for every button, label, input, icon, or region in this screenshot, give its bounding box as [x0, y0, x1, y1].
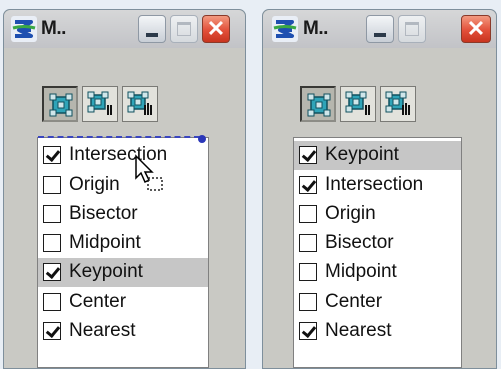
close-button[interactable]: ✕ [461, 15, 491, 43]
minimize-icon [146, 33, 158, 37]
snap-table-tool-button[interactable] [380, 86, 416, 122]
checkbox[interactable] [299, 293, 317, 311]
drag-cursor-icon [135, 154, 163, 191]
maximize-icon [405, 22, 419, 36]
snap-tool-multi-icon [345, 91, 370, 115]
snap-tool-button[interactable] [300, 86, 336, 122]
checkbox[interactable] [43, 146, 61, 164]
list-item[interactable]: Intersection [38, 141, 208, 170]
list-item-label: Bisector [69, 203, 138, 224]
title-bar[interactable]: M.. ✕ [4, 10, 245, 48]
window-title: M.. [41, 18, 66, 39]
list-item-label: Center [69, 291, 127, 312]
snap-mode-list[interactable]: Intersection Origin Bisector Midpoint Ke… [37, 135, 209, 368]
snap-mode-list[interactable]: Keypoint Intersection Origin Bisector Mi… [293, 137, 462, 368]
checkbox[interactable] [43, 293, 61, 311]
checkbox[interactable] [299, 263, 317, 281]
snap-tool-table-icon [127, 91, 152, 115]
maximize-button[interactable] [170, 15, 198, 43]
snap-window-right: M.. ✕ Keypoint Intersection Origin Bisec… [262, 9, 497, 369]
close-icon: ✕ [466, 16, 486, 41]
list-item-label: Nearest [69, 320, 136, 341]
snap-toolbar [300, 86, 420, 124]
list-item-label: Nearest [325, 320, 392, 341]
list-item-label: Center [325, 291, 383, 312]
app-logo-icon [11, 16, 37, 42]
checkbox[interactable] [43, 234, 61, 252]
snap-tool-icon [307, 93, 331, 117]
maximize-button[interactable] [398, 15, 426, 43]
checkbox[interactable] [43, 205, 61, 223]
list-item[interactable]: Nearest [38, 317, 208, 346]
checkbox[interactable] [43, 176, 61, 194]
snap-toolbar [42, 86, 162, 124]
checkbox[interactable] [299, 176, 317, 194]
minimize-button[interactable] [366, 15, 394, 43]
list-item[interactable]: Nearest [294, 317, 461, 346]
list-item-label: Origin [69, 174, 120, 195]
minimize-button[interactable] [138, 15, 166, 43]
list-item[interactable]: Keypoint [294, 141, 461, 170]
window-title: M.. [303, 18, 328, 39]
minimize-icon [374, 33, 386, 37]
checkbox[interactable] [43, 322, 61, 340]
list-item[interactable]: Bisector [294, 229, 461, 258]
list-item-label: Intersection [325, 174, 424, 195]
snap-multi-tool-button[interactable] [82, 86, 118, 122]
checkbox[interactable] [299, 322, 317, 340]
checkbox[interactable] [299, 234, 317, 252]
list-item[interactable]: Midpoint [38, 229, 208, 258]
close-icon: ✕ [206, 16, 226, 41]
checkbox[interactable] [299, 146, 317, 164]
list-item[interactable]: Bisector [38, 200, 208, 229]
list-item[interactable]: Intersection [294, 171, 461, 200]
list-item-label: Bisector [325, 232, 394, 253]
list-item-label: Origin [325, 203, 376, 224]
title-bar[interactable]: M.. ✕ [263, 10, 496, 48]
close-button[interactable]: ✕ [202, 15, 230, 43]
snap-tool-button[interactable] [42, 86, 78, 122]
snap-tool-multi-icon [87, 91, 112, 115]
snap-multi-tool-button[interactable] [340, 86, 376, 122]
list-item-label: Keypoint [325, 144, 399, 165]
list-item-label: Midpoint [69, 232, 141, 253]
maximize-icon [177, 22, 191, 36]
list-item[interactable]: Center [294, 288, 461, 317]
list-item-label: Midpoint [325, 261, 397, 282]
app-logo-icon [272, 16, 298, 42]
snap-window-left: M.. ✕ Intersection Origin Bisector Midpo… [3, 9, 246, 369]
snap-tool-table-icon [385, 91, 410, 115]
list-item[interactable]: Origin [38, 171, 208, 200]
checkbox[interactable] [299, 205, 317, 223]
list-item-label: Keypoint [69, 261, 143, 282]
list-item[interactable]: Midpoint [294, 258, 461, 287]
snap-table-tool-button[interactable] [122, 86, 158, 122]
checkbox[interactable] [43, 263, 61, 281]
list-item[interactable]: Center [38, 288, 208, 317]
list-item[interactable]: Origin [294, 200, 461, 229]
snap-tool-icon [49, 93, 73, 117]
list-item[interactable]: Keypoint [38, 258, 208, 287]
